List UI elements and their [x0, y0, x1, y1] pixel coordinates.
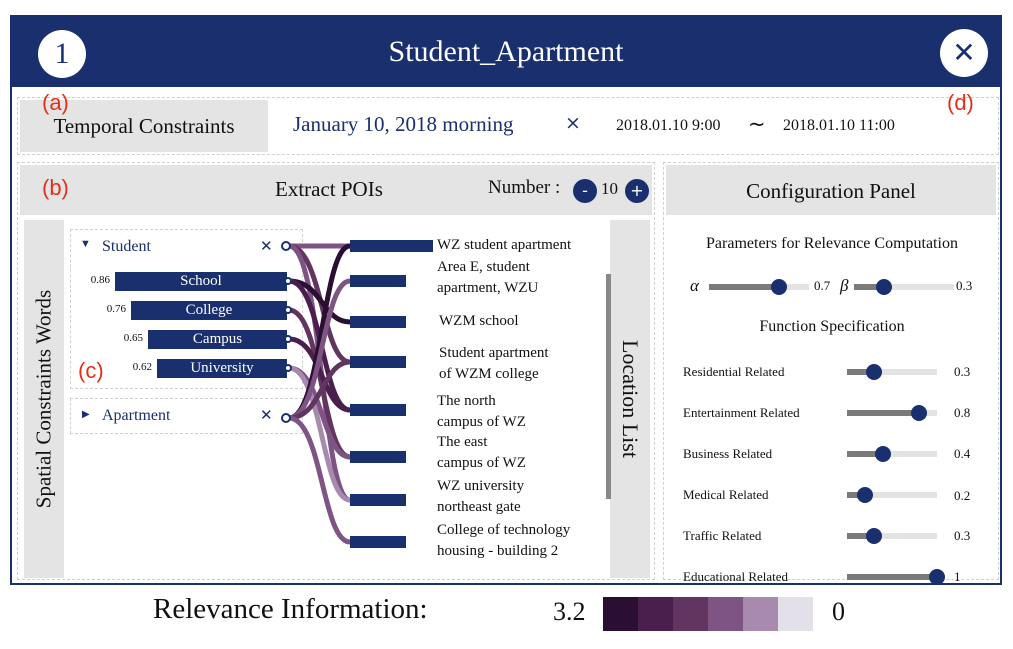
poi-label[interactable]: Area E, student apartment, WZU: [437, 257, 538, 299]
poi-line: of WZM college: [439, 366, 539, 382]
entertainment-slider[interactable]: [847, 405, 937, 421]
group-port[interactable]: [281, 413, 291, 423]
residential-slider[interactable]: [847, 364, 937, 380]
poi-bar[interactable]: [350, 404, 406, 416]
function-value: 0.3: [954, 528, 971, 543]
function-label: Residential Related: [683, 364, 785, 379]
function-value: 0.3: [954, 364, 971, 379]
poi-line: The north: [437, 393, 496, 409]
poi-line: campus of WZ: [437, 455, 526, 471]
slider-handle[interactable]: [866, 364, 882, 380]
poi-line: campus of WZ: [437, 414, 526, 430]
function-value: 0.8: [954, 405, 971, 420]
function-label: Entertainment Related: [683, 405, 800, 420]
traffic-slider[interactable]: [847, 528, 937, 544]
slider-handle[interactable]: [876, 279, 892, 295]
group-port[interactable]: [281, 241, 291, 251]
poi-bar[interactable]: [350, 536, 406, 548]
relevance-legend-min: 0: [832, 597, 845, 626]
poi-line: WZ university: [437, 478, 525, 494]
function-label: Medical Related: [683, 487, 769, 502]
slider-handle[interactable]: [929, 569, 945, 585]
legend-swatch: [638, 597, 673, 631]
slider-handle[interactable]: [911, 405, 927, 421]
configuration-panel-title: Configuration Panel: [666, 165, 996, 215]
legend-swatch: [603, 597, 638, 631]
function-value: 1: [954, 569, 961, 584]
function-label: Educational Related: [683, 569, 789, 584]
poi-line: The east: [437, 434, 488, 450]
alpha-value: 0.7: [814, 278, 831, 293]
function-spec-heading: Function Specification: [759, 318, 905, 335]
poi-line: Area E, student: [437, 259, 530, 275]
slider-fill: [709, 284, 779, 290]
business-slider[interactable]: [847, 446, 937, 462]
function-value: 0.2: [954, 488, 971, 503]
main-window: 1 Student_Apartment ✕ Temporal Constrain…: [10, 15, 1002, 585]
beta-slider[interactable]: [854, 279, 954, 295]
slider-handle[interactable]: [771, 279, 787, 295]
alpha-symbol: α: [690, 276, 699, 295]
legend-swatch: [743, 597, 778, 631]
educational-slider[interactable]: [847, 569, 945, 585]
legend-swatch: [778, 597, 813, 631]
poi-line: College of technology: [437, 522, 571, 538]
poi-bar[interactable]: [350, 240, 433, 252]
poi-bar[interactable]: [350, 356, 406, 368]
poi-line: housing - building 2: [437, 543, 559, 559]
beta-value: 0.3: [956, 278, 973, 293]
slider-handle[interactable]: [866, 528, 882, 544]
relevance-legend-max: 3.2: [553, 597, 586, 626]
poi-bar[interactable]: [350, 494, 406, 506]
word-port[interactable]: [284, 306, 292, 314]
poi-label[interactable]: Student apartment of WZM college: [439, 343, 549, 385]
word-port[interactable]: [284, 335, 292, 343]
poi-line: WZ student apartment: [437, 237, 572, 253]
poi-line: WZM school: [439, 313, 519, 329]
medical-slider[interactable]: [847, 487, 937, 503]
location-list-scrollbar[interactable]: [606, 274, 611, 499]
slider-fill: [847, 410, 919, 416]
parameters-heading: Parameters for Relevance Computation: [706, 235, 958, 252]
poi-bar[interactable]: [350, 451, 406, 463]
poi-label[interactable]: WZ student apartment: [437, 235, 571, 256]
poi-line: northeast gate: [437, 499, 521, 515]
legend-swatch: [708, 597, 743, 631]
function-value: 0.4: [954, 446, 971, 461]
relevance-legend-label: Relevance Information:: [153, 593, 428, 625]
poi-label[interactable]: College of technology housing - building …: [437, 520, 570, 562]
configuration-panel: Configuration Panel Parameters for Relev…: [663, 162, 999, 585]
slider-handle[interactable]: [875, 446, 891, 462]
poi-label[interactable]: The north campus of WZ: [437, 391, 526, 433]
word-port[interactable]: [284, 277, 292, 285]
poi-label[interactable]: The east campus of WZ: [437, 432, 526, 474]
slider-handle[interactable]: [857, 487, 873, 503]
poi-line: apartment, WZU: [437, 280, 539, 296]
poi-bar[interactable]: [350, 275, 406, 287]
function-label: Business Related: [683, 446, 773, 461]
poi-bar[interactable]: [350, 316, 406, 328]
function-label: Traffic Related: [683, 528, 762, 543]
legend-swatch: [673, 597, 708, 631]
poi-label[interactable]: WZM school: [439, 311, 519, 332]
word-port[interactable]: [284, 364, 292, 372]
poi-label[interactable]: WZ university northeast gate: [437, 476, 524, 518]
alpha-slider[interactable]: [709, 279, 809, 295]
poi-line: Student apartment: [439, 345, 549, 361]
slider-fill: [847, 574, 937, 580]
beta-symbol: β: [840, 276, 849, 295]
